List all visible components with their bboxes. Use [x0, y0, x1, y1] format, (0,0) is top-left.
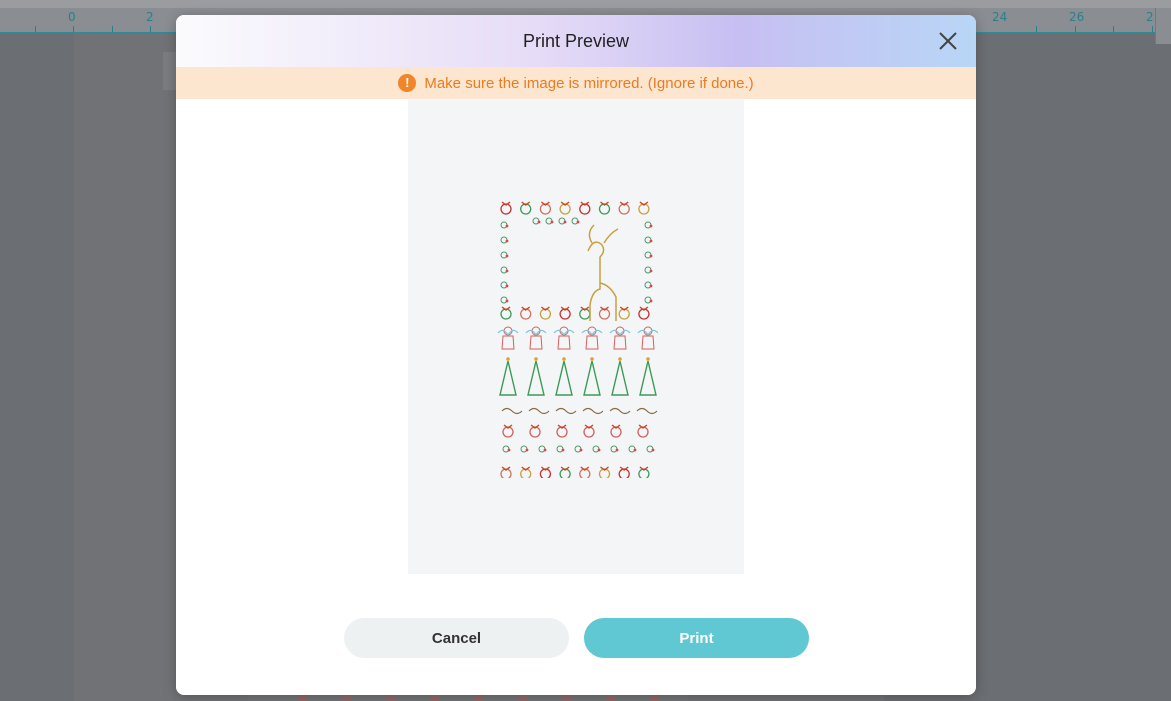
ruler-label: 26 — [1069, 10, 1085, 24]
preview-paper — [408, 99, 744, 574]
mirror-warning-banner: ! Make sure the image is mirrored. (Igno… — [176, 67, 976, 99]
tree-shape — [499, 360, 517, 396]
close-icon — [939, 32, 957, 50]
gingerbread-shape — [555, 407, 577, 415]
tree-shape — [527, 360, 545, 396]
gingerbread-shape — [609, 407, 631, 415]
close-button[interactable] — [936, 29, 960, 53]
dialog-header: Print Preview — [176, 15, 976, 67]
print-preview-dialog: Print Preview ! Make sure the image is m… — [176, 15, 976, 695]
warning-text: Make sure the image is mirrored. (Ignore… — [424, 74, 754, 92]
ruler-label: 0 — [68, 10, 76, 24]
canvas-design-peek — [248, 695, 688, 701]
tree-shape — [639, 360, 657, 396]
ruler-label: 24 — [992, 10, 1008, 24]
gingerbread-shape — [501, 407, 523, 415]
app-toolbar — [0, 0, 1171, 8]
gingerbread-shape — [528, 407, 550, 415]
tree-shape — [555, 360, 573, 396]
panel-edge — [1155, 8, 1171, 44]
gingerbread-shape — [636, 407, 658, 415]
ruler-label: 2 — [146, 10, 154, 24]
exclamation-circle-icon: ! — [398, 74, 417, 92]
print-design-preview — [497, 201, 658, 478]
dialog-title: Print Preview — [522, 31, 630, 51]
reindeer-shape — [587, 224, 619, 321]
tree-shape — [583, 360, 601, 396]
cancel-button[interactable]: Cancel — [344, 618, 569, 658]
print-button[interactable]: Print — [584, 618, 809, 658]
ruler-label: 2 — [1146, 10, 1154, 24]
gingerbread-shape — [582, 407, 604, 415]
tree-shape — [611, 360, 629, 396]
